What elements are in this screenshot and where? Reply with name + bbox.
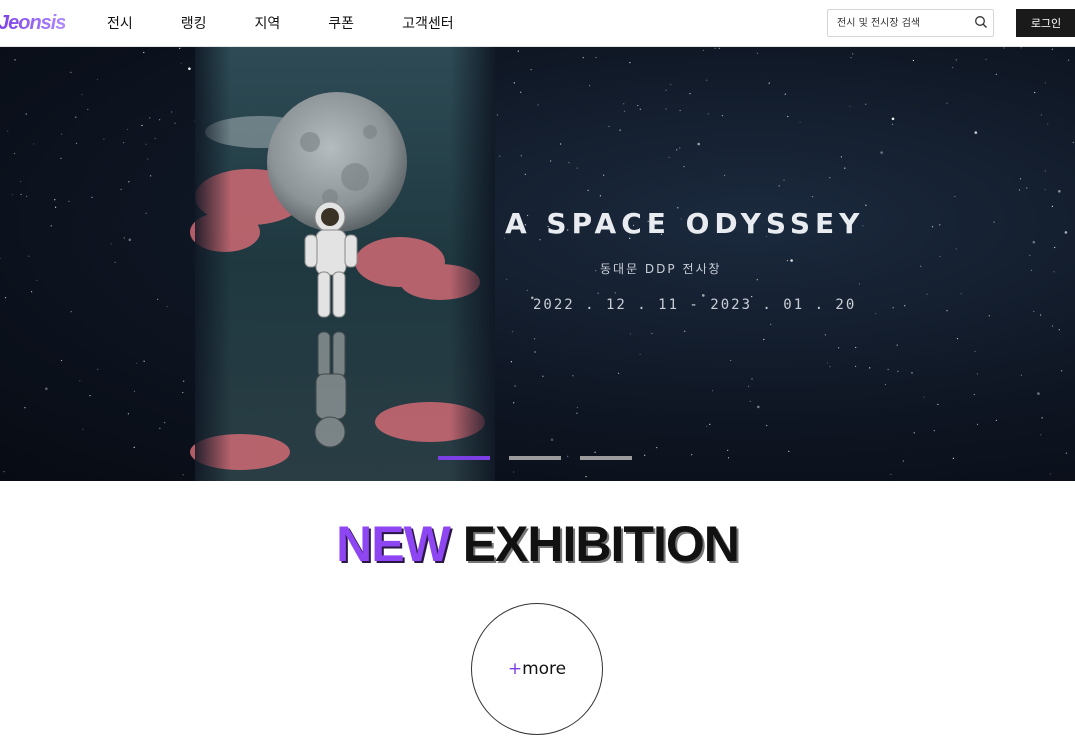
section-title-accent: NEW — [336, 516, 451, 572]
nav-item-customer-center[interactable]: 고객센터 — [402, 13, 454, 33]
site-logo[interactable]: Jeonsis — [0, 12, 66, 35]
slide-dot[interactable] — [438, 456, 490, 460]
slide-dot[interactable] — [580, 456, 632, 460]
hero-venue: 동대문 DDP 전시장 — [600, 262, 722, 276]
nav-item-coupon[interactable]: 쿠폰 — [328, 13, 354, 33]
search-input[interactable] — [828, 10, 968, 36]
search-icon[interactable] — [974, 15, 988, 29]
section-title: NEW EXHIBITION — [0, 515, 1075, 573]
main-nav: 전시 랭킹 지역 쿠폰 고객센터 — [107, 13, 502, 33]
more-label: more — [522, 659, 567, 679]
plus-icon: + — [507, 659, 523, 679]
site-header: Jeonsis 전시 랭킹 지역 쿠폰 고객센터 로그인 — [0, 0, 1075, 47]
hero-dates: 2022 . 12 . 11 - 2023 . 01 . 20 — [533, 297, 857, 313]
nav-item-ranking[interactable]: 랭킹 — [181, 13, 207, 33]
slide-dot[interactable] — [509, 456, 561, 460]
hero-title: A SPACE ODYSSEY — [505, 207, 865, 240]
section-title-rest: EXHIBITION — [462, 516, 740, 572]
search-box — [827, 9, 994, 37]
login-button[interactable]: 로그인 — [1016, 9, 1075, 37]
nav-item-region[interactable]: 지역 — [255, 13, 281, 33]
hero-banner[interactable]: A SPACE ODYSSEY 동대문 DDP 전시장 2022 . 12 . … — [0, 47, 1075, 481]
slide-indicators — [438, 456, 651, 460]
nav-item-exhibition[interactable]: 전시 — [107, 13, 133, 33]
more-button[interactable]: + more — [471, 603, 603, 735]
